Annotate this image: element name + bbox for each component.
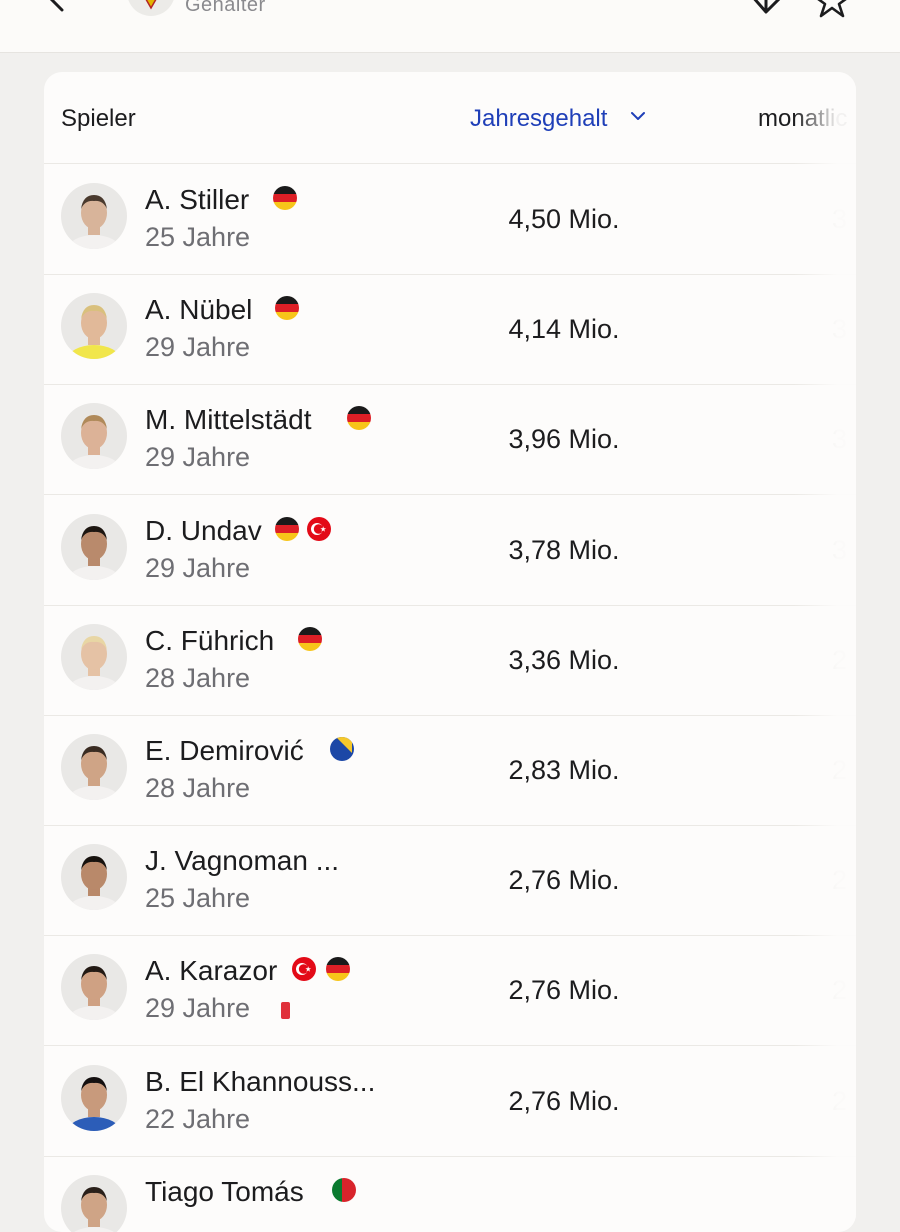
table-row[interactable]: A. Karazor 29 Jahre 2,76 Mio. 2 bbox=[44, 935, 856, 1047]
germany-flag-icon bbox=[298, 626, 322, 651]
player-avatar bbox=[61, 403, 127, 470]
player-age: 29 Jahre bbox=[145, 332, 251, 363]
annual-salary: 3,36 Mio. bbox=[508, 644, 620, 675]
player-name[interactable]: A. Nübel bbox=[145, 294, 252, 326]
player-name[interactable]: C. Führich bbox=[145, 625, 274, 657]
player-name[interactable]: B. El Khannouss... bbox=[145, 1066, 375, 1098]
player-avatar bbox=[61, 1064, 127, 1131]
monthly-salary: 3 bbox=[832, 424, 848, 455]
player-avatar bbox=[61, 293, 127, 360]
club-crest-icon bbox=[145, 0, 157, 10]
table-row[interactable]: A. Nübel 29 Jahre 4,14 Mio. 3 bbox=[44, 274, 856, 386]
player-name[interactable]: D. Undav bbox=[145, 515, 262, 547]
red-card-icon bbox=[281, 1002, 290, 1020]
turkey-flag-icon bbox=[307, 516, 331, 541]
player-age: 28 Jahre bbox=[145, 773, 251, 803]
germany-flag-icon bbox=[273, 186, 297, 210]
player-age: 22 Jahre bbox=[145, 1103, 251, 1134]
column-header-player[interactable]: Spieler bbox=[61, 105, 136, 133]
monthly-salary: 3 bbox=[832, 534, 848, 565]
annual-salary: 2,83 Mio. bbox=[508, 755, 620, 785]
player-age: 28 Jahre bbox=[145, 662, 251, 693]
star-icon bbox=[817, 0, 847, 18]
monthly-salary: 2 bbox=[832, 975, 848, 1006]
column-header-salary[interactable]: Jahresgehalt bbox=[470, 105, 607, 133]
monthly-salary: 3 bbox=[832, 314, 848, 345]
monthly-salary: 2 bbox=[832, 865, 848, 896]
monthly-salary: 2 bbox=[832, 1085, 848, 1116]
germany-flag-icon bbox=[347, 406, 371, 431]
player-name[interactable]: A. Karazor bbox=[145, 955, 277, 987]
favorite-button[interactable] bbox=[814, 0, 850, 18]
germany-flag-icon bbox=[275, 296, 299, 321]
chevron-left-icon bbox=[49, 0, 64, 12]
table-row[interactable]: Tiago Tomás bbox=[44, 1156, 856, 1232]
table-row[interactable]: E. Demirović 28 Jahre 2,83 Mio. 2 bbox=[44, 715, 856, 826]
player-avatar bbox=[61, 734, 127, 800]
salary-table-card: Spieler Jahresgehalt monatlic A. Stiller… bbox=[44, 72, 856, 1232]
table-row[interactable]: B. El Khannouss... 22 Jahre 2,76 Mio. 2 bbox=[44, 1046, 856, 1157]
player-avatar bbox=[61, 183, 127, 249]
page-subtitle: Gehälter bbox=[185, 0, 266, 16]
player-name[interactable]: J. Vagnoman ... bbox=[145, 845, 339, 877]
player-name[interactable]: M. Mittelstädt bbox=[145, 404, 311, 436]
player-age: 29 Jahre bbox=[145, 552, 251, 583]
table-row[interactable]: C. Führich 28 Jahre 3,36 Mio. 2 bbox=[44, 605, 856, 716]
back-button[interactable] bbox=[44, 0, 70, 12]
player-name[interactable]: A. Stiller bbox=[145, 184, 249, 216]
monthly-salary: 2 bbox=[832, 644, 848, 675]
annual-salary: 2,76 Mio. bbox=[508, 1085, 620, 1116]
player-age: 25 Jahre bbox=[145, 222, 251, 252]
player-name[interactable]: Tiago Tomás bbox=[145, 1176, 304, 1208]
player-avatar bbox=[61, 623, 127, 690]
table-row[interactable]: D. Undav 29 Jahre 3,78 Mio. 3 bbox=[44, 495, 856, 606]
share-icon bbox=[753, 0, 781, 14]
player-age: 29 Jahre bbox=[145, 442, 251, 473]
share-button[interactable] bbox=[746, 0, 790, 18]
germany-flag-icon bbox=[326, 957, 350, 982]
annual-salary: 2,76 Mio. bbox=[508, 865, 620, 896]
top-bar: Gehälter bbox=[0, 0, 900, 53]
annual-salary: 3,96 Mio. bbox=[508, 424, 620, 455]
player-avatar bbox=[61, 513, 127, 580]
player-age: 25 Jahre bbox=[145, 883, 251, 914]
monthly-salary: 3 bbox=[832, 204, 848, 234]
club-logo bbox=[127, 0, 175, 16]
bosnia-flag-icon bbox=[330, 737, 354, 761]
annual-salary: 4,14 Mio. bbox=[508, 314, 620, 345]
table-header: Spieler Jahresgehalt monatlic bbox=[44, 72, 856, 164]
player-avatar bbox=[61, 844, 127, 911]
player-avatar bbox=[61, 1174, 127, 1232]
turkey-flag-icon bbox=[292, 957, 316, 982]
table-row[interactable]: A. Stiller 25 Jahre 4,50 Mio. 3 bbox=[44, 164, 856, 275]
player-name[interactable]: E. Demirović bbox=[145, 735, 304, 767]
table-row[interactable]: J. Vagnoman ... 25 Jahre 2,76 Mio. 2 bbox=[44, 825, 856, 937]
player-avatar bbox=[61, 954, 127, 1021]
annual-salary: 2,76 Mio. bbox=[508, 975, 620, 1006]
table-row[interactable]: M. Mittelstädt 29 Jahre 3,96 Mio. 3 bbox=[44, 384, 856, 496]
player-age: 29 Jahre bbox=[145, 993, 251, 1024]
monthly-salary: 2 bbox=[832, 755, 848, 785]
annual-salary: 3,78 Mio. bbox=[508, 534, 620, 565]
column-header-monthly[interactable]: monatlic bbox=[758, 105, 847, 133]
chevron-down-icon[interactable] bbox=[630, 110, 646, 122]
germany-flag-icon bbox=[275, 516, 299, 541]
annual-salary: 4,50 Mio. bbox=[508, 204, 620, 234]
portugal-flag-icon bbox=[332, 1177, 356, 1202]
